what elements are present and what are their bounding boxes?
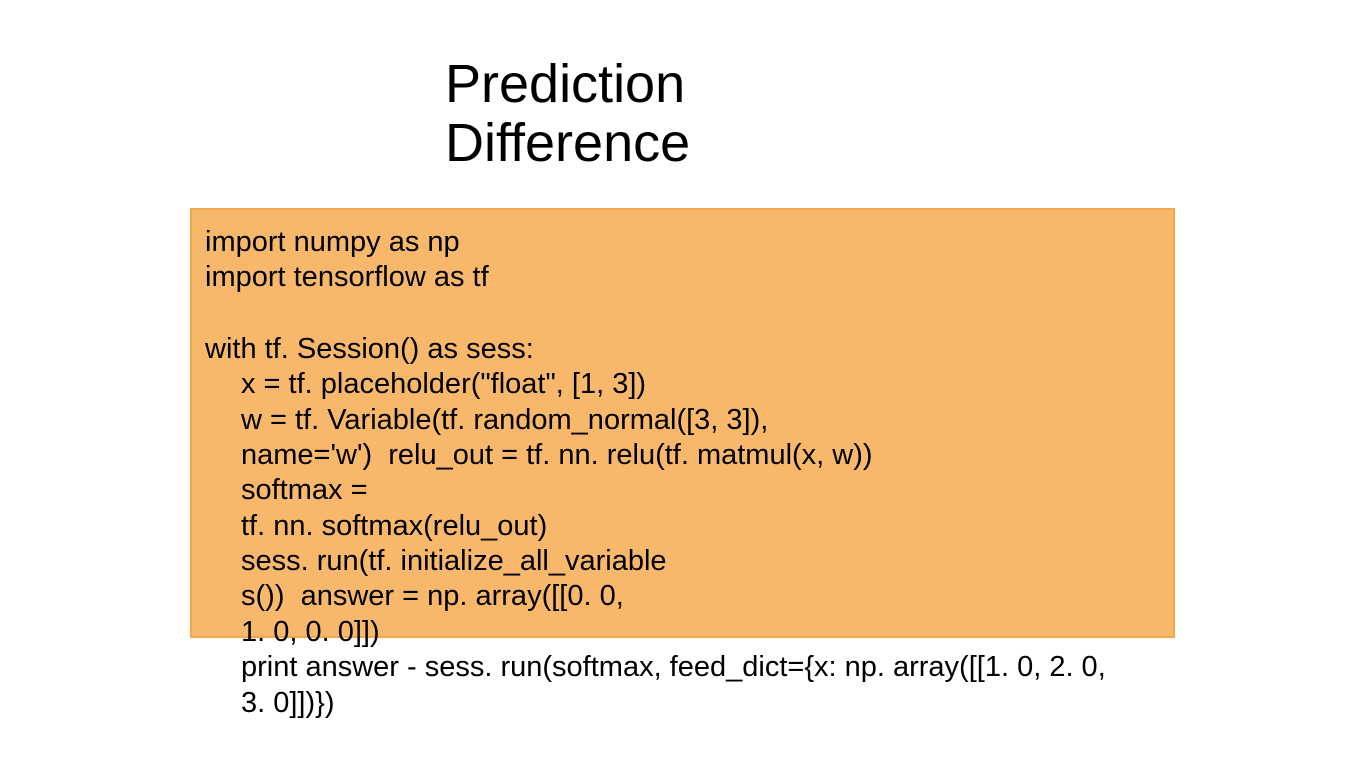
code-line: x = tf. placeholder("float", [1, 3]): [205, 367, 1185, 402]
code-line: 1. 0, 0. 0]]): [205, 615, 1185, 650]
blank-line: [205, 296, 1185, 332]
code-line: name='w') relu_out = tf. nn. relu(tf. ma…: [205, 438, 1185, 473]
code-line: w = tf. Variable(tf. random_normal([3, 3…: [205, 403, 1185, 438]
slide-title: Prediction Difference: [445, 55, 690, 174]
title-line-1: Prediction: [445, 54, 685, 114]
code-area: import numpy as np import tensorflow as …: [205, 225, 1185, 721]
code-line: with tf. Session() as sess:: [205, 332, 1185, 367]
code-line: sess. run(tf. initialize_all_variable: [205, 544, 1185, 579]
slide: Prediction Difference import numpy as np…: [0, 0, 1365, 768]
code-line: 3. 0]])}): [205, 686, 1185, 721]
code-line: s()) answer = np. array([[0. 0,: [205, 579, 1185, 614]
title-line-2: Difference: [445, 113, 690, 173]
code-line: import tensorflow as tf: [205, 260, 1185, 295]
code-line: tf. nn. softmax(relu_out): [205, 509, 1185, 544]
code-line: print answer - sess. run(softmax, feed_d…: [205, 650, 1185, 685]
code-line: import numpy as np: [205, 225, 1185, 260]
code-line: softmax =: [205, 473, 1185, 508]
